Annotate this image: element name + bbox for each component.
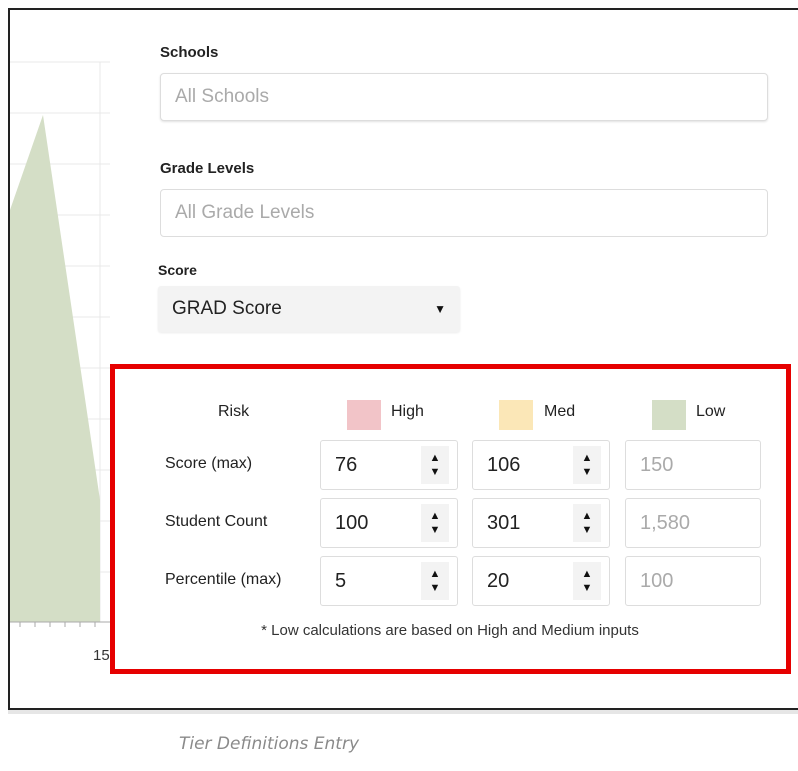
grade-levels-label: Grade Levels [160,160,255,177]
distribution-chart: 150 [10,10,118,708]
spinner-control[interactable]: ▲ ▼ [573,562,601,600]
score-select[interactable]: GRAD Score ▼ [158,286,460,332]
score-select-value: GRAD Score [172,298,282,319]
caret-down-icon: ▼ [434,302,446,316]
med-student-count-input[interactable]: 301 ▲ ▼ [472,498,610,548]
high-student-count-value: 100 [335,511,369,534]
spinner-down-icon[interactable]: ▼ [582,466,593,478]
row-label-score-max: Score (max) [165,455,253,472]
high-color-swatch [347,400,381,430]
low-score-field: 150 [625,440,761,490]
spinner-control[interactable]: ▲ ▼ [573,446,601,484]
low-header: Low [696,403,726,420]
low-percentile-value: 100 [640,569,674,592]
spinner-up-icon[interactable]: ▲ [430,452,441,464]
med-percentile-value: 20 [487,569,510,592]
med-score-input[interactable]: 106 ▲ ▼ [472,440,610,490]
frame-bottom-shadow [8,710,798,714]
spinner-up-icon[interactable]: ▲ [430,510,441,522]
grade-levels-field[interactable] [160,189,768,237]
spinner-up-icon[interactable]: ▲ [582,452,593,464]
high-percentile-input[interactable]: 5 ▲ ▼ [320,556,458,606]
risk-header: Risk [218,403,250,420]
low-percentile-field: 100 [625,556,761,606]
med-header: Med [544,403,576,420]
low-calculation-footnote: * Low calculations are based on High and… [261,622,639,639]
row-label-student-count: Student Count [165,513,268,530]
med-color-swatch [499,400,533,430]
low-student-count-field: 1,580 [625,498,761,548]
spinner-up-icon[interactable]: ▲ [430,568,441,580]
high-score-value: 76 [335,453,358,476]
spinner-down-icon[interactable]: ▼ [430,582,441,594]
score-label: Score [158,262,197,278]
spinner-control[interactable]: ▲ ▼ [421,504,449,542]
spinner-down-icon[interactable]: ▼ [582,524,593,536]
high-header: High [391,403,424,420]
chart-svg [10,61,110,627]
schools-input[interactable] [175,86,753,108]
high-score-input[interactable]: 76 ▲ ▼ [320,440,458,490]
med-student-count-value: 301 [487,511,521,534]
grade-levels-input[interactable] [175,202,753,224]
low-student-count-value: 1,580 [640,511,691,534]
spinner-down-icon[interactable]: ▼ [582,582,593,594]
spinner-down-icon[interactable]: ▼ [430,524,441,536]
spinner-down-icon[interactable]: ▼ [430,466,441,478]
spinner-up-icon[interactable]: ▲ [582,568,593,580]
tier-definitions-panel: 150 Schools Grade Levels Score GRAD Scor… [8,8,798,710]
low-score-value: 150 [640,453,674,476]
low-color-swatch [652,400,686,430]
spinner-up-icon[interactable]: ▲ [582,510,593,522]
med-score-value: 106 [487,453,521,476]
image-caption: Tier Definitions Entry [178,734,360,754]
schools-label: Schools [160,44,219,61]
spinner-control[interactable]: ▲ ▼ [421,446,449,484]
spinner-control[interactable]: ▲ ▼ [421,562,449,600]
row-label-percentile-max: Percentile (max) [165,571,282,588]
high-student-count-input[interactable]: 100 ▲ ▼ [320,498,458,548]
schools-field[interactable] [160,73,768,121]
spinner-control[interactable]: ▲ ▼ [573,504,601,542]
med-percentile-input[interactable]: 20 ▲ ▼ [472,556,610,606]
high-percentile-value: 5 [335,569,347,592]
